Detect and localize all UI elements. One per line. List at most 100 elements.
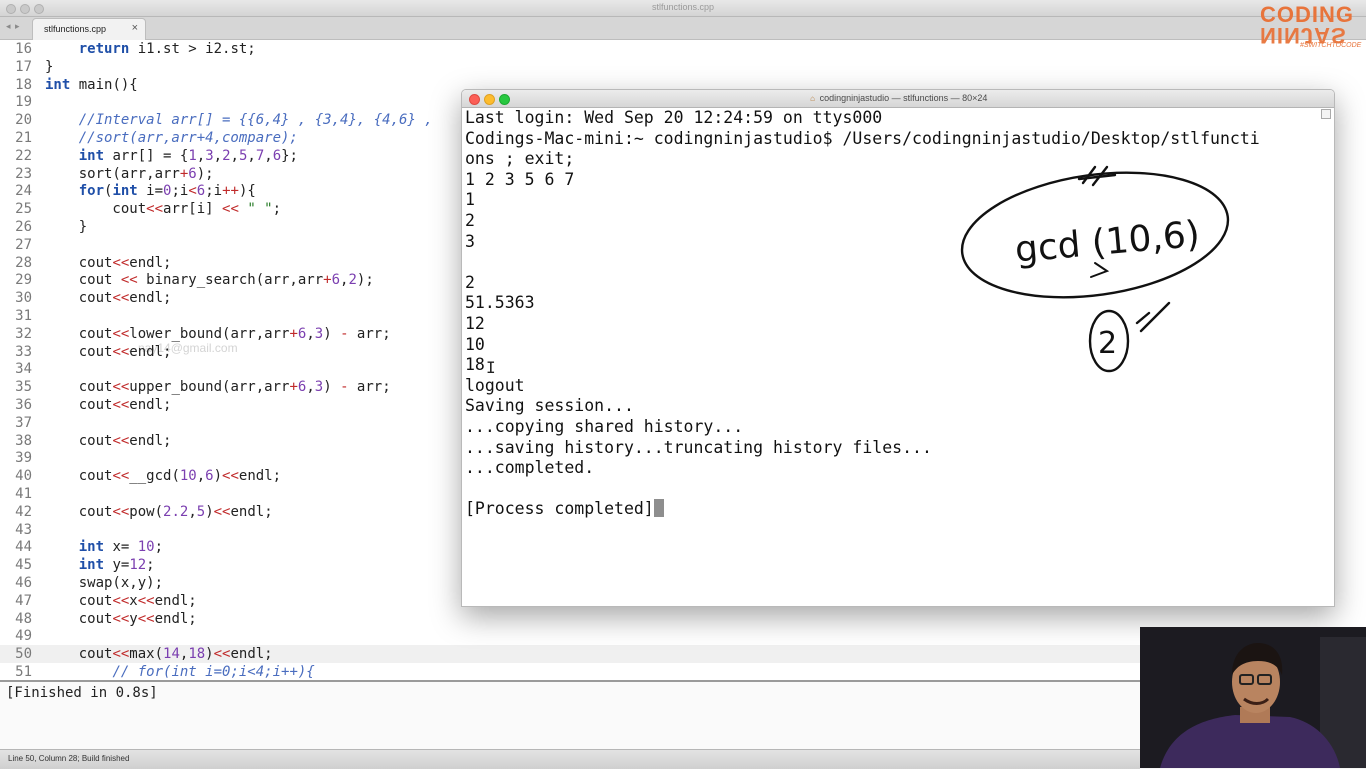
- tab-bar: ◂ ▸ stlfunctions.cpp ×: [0, 17, 1366, 40]
- terminal-line: ...copying shared history...: [465, 416, 744, 436]
- code-text: //sort(arr,arr+4,compare);: [78, 130, 298, 146]
- code-text: int y=12;: [78, 557, 155, 574]
- code-text: }: [45, 58, 54, 75]
- line-number: 19: [15, 94, 32, 111]
- line-number: 40: [15, 468, 32, 485]
- line-number: 45: [15, 557, 32, 574]
- line-number: 33: [15, 343, 32, 360]
- line-number: 35: [15, 379, 32, 396]
- line-number: 18: [15, 76, 32, 93]
- code-text: cout<<__gcd(10,6)<<endl;: [45, 468, 282, 485]
- code-text: sort(arr,arr+6);: [45, 165, 214, 182]
- line-number: 36: [15, 397, 32, 413]
- webcam-presenter: [1140, 627, 1366, 768]
- window-titlebar: stlfunctions.cpp: [0, 0, 1366, 17]
- tab-stlfunctions[interactable]: stlfunctions.cpp ×: [32, 18, 146, 40]
- line-number: 49: [15, 628, 32, 645]
- build-output-text: [Finished in 0.8s]: [6, 685, 158, 701]
- home-icon: ⌂: [810, 94, 815, 103]
- line-number: 25: [15, 201, 32, 218]
- terminal-titlebar: ⌂ codingninjastudio — stlfunctions — 80×2…: [462, 90, 1334, 108]
- line-number: 30: [15, 290, 32, 307]
- code-text: int main(){: [45, 76, 138, 93]
- annotation-arrow: [1090, 262, 1110, 278]
- terminal-line: ...saving history...truncating history f…: [465, 437, 932, 457]
- line-number: 27: [15, 236, 32, 253]
- text-cursor-icon: I: [486, 358, 496, 377]
- line-number: 21: [15, 130, 32, 146]
- code-text: cout<<y<<endl;: [45, 610, 197, 627]
- line-number: 23: [15, 165, 32, 182]
- tab-close-icon[interactable]: ×: [132, 22, 138, 34]
- line-number: 31: [15, 308, 32, 324]
- code-text: cout<<arr[i] << " ";: [45, 201, 282, 218]
- line-number: 26: [15, 219, 32, 235]
- terminal-line: Last login: Wed Sep 20 12:24:59 on ttys0…: [465, 108, 883, 127]
- line-number: 38: [15, 432, 32, 449]
- code-text: swap(x,y);: [45, 575, 164, 591]
- code-text: cout << binary_search(arr,arr+6,2);: [45, 272, 374, 289]
- terminal-title: ⌂ codingninjastudio — stlfunctions — 80×2…: [462, 93, 1334, 103]
- tab-label: stlfunctions.cpp: [44, 24, 107, 34]
- code-text: for(int i=0;i<6;i++){: [78, 183, 256, 200]
- terminal-line: ...completed.: [465, 458, 595, 478]
- line-number: 44: [15, 539, 32, 556]
- line-number: 22: [15, 147, 32, 164]
- line-number: 24: [15, 183, 32, 200]
- line-number: 41: [15, 486, 32, 502]
- code-text: cout<<endl;: [45, 432, 172, 449]
- code-text: cout<<upper_bound(arr,arr+6,3) - arr;: [45, 379, 391, 396]
- code-line[interactable]: 16 return i1.st > i2.st;: [0, 40, 1366, 58]
- terminal-line: Saving session...: [465, 396, 634, 416]
- line-number: 34: [15, 361, 32, 378]
- code-text: // for(int i=0;i<4;i++){: [112, 664, 315, 680]
- code-text: int arr[] = {1,3,2,5,7,6};: [78, 147, 298, 164]
- code-text: cout<<pow(2.2,5)<<endl;: [45, 503, 273, 520]
- code-text: cout<<endl;: [45, 343, 172, 360]
- terminal-cursor: [653, 499, 664, 518]
- terminal-title-text: codingninjastudio — stlfunctions — 80×24: [819, 93, 988, 103]
- terminal-line: [Process completed]: [465, 499, 1315, 520]
- terminal-scroll-icon[interactable]: [1321, 109, 1331, 119]
- terminal-line: Codings-Mac-mini:~ codingninjastudio$ /U…: [465, 128, 1260, 148]
- line-number: 20: [15, 112, 32, 129]
- code-text: int x= 10;: [78, 539, 164, 556]
- code-text: cout<<max(14,18)<<endl;: [45, 646, 273, 663]
- line-number: 43: [15, 521, 32, 538]
- line-number: 48: [15, 610, 32, 627]
- tab-nav-arrows-icon[interactable]: ◂ ▸: [6, 21, 21, 32]
- annotation-gcd-text: gcd (10,6): [1013, 214, 1201, 271]
- annotation-answer-text: 2: [1098, 326, 1117, 361]
- coding-ninjas-logo: CODING NINJAS #SWITCHTOCODE: [1260, 4, 1362, 50]
- code-text: cout<<endl;: [45, 397, 172, 413]
- line-number: 28: [15, 254, 32, 271]
- line-number: 37: [15, 414, 32, 431]
- line-number: 16: [15, 41, 32, 57]
- code-text: }: [45, 219, 88, 235]
- annotation-check-marks: [1135, 301, 1171, 333]
- code-text: return i1.st > i2.st;: [78, 41, 256, 57]
- handwritten-annotation: gcd (10,6) 2: [960, 165, 1230, 373]
- code-line[interactable]: 17}: [0, 58, 1366, 76]
- line-number: 46: [15, 575, 32, 591]
- code-text: cout<<endl;: [45, 290, 172, 307]
- line-number: 32: [15, 325, 32, 342]
- line-number: 39: [15, 450, 32, 467]
- line-number: 47: [15, 592, 32, 609]
- code-text: //Interval arr[] = {{6,4} , {3,4}, {4,6}…: [78, 112, 433, 129]
- window-title: stlfunctions.cpp: [651, 2, 715, 12]
- code-text: cout<<lower_bound(arr,arr+6,3) - arr;: [45, 325, 391, 342]
- status-bar: Line 50, Column 28; Build finished: [0, 749, 1140, 769]
- logo-tagline: #SWITCHTOCODE: [1300, 42, 1362, 49]
- code-line[interactable]: 48 cout<<y<<endl;: [0, 610, 1366, 628]
- build-output-panel[interactable]: [Finished in 0.8s]: [0, 680, 1140, 750]
- line-number: 29: [15, 272, 32, 289]
- code-text: cout<<x<<endl;: [45, 592, 197, 609]
- line-number: 50: [15, 646, 32, 663]
- line-number: 17: [15, 58, 32, 75]
- status-text: Line 50, Column 28; Build finished: [8, 754, 130, 763]
- line-number: 51: [15, 664, 32, 680]
- code-text: cout<<endl;: [45, 254, 172, 271]
- line-number: 42: [15, 503, 32, 520]
